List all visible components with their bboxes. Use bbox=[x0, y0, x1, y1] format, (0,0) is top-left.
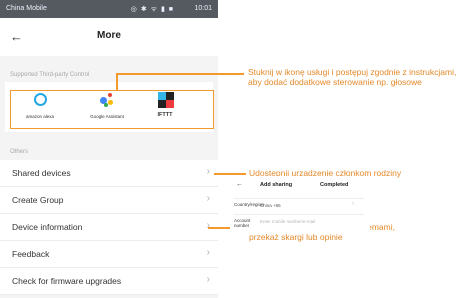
chevron-right-icon: › bbox=[206, 247, 210, 258]
create-group-row[interactable]: Create Group › bbox=[0, 187, 218, 214]
status-icons: ◎ ✱ ᯤ ▮ ■ bbox=[130, 6, 174, 13]
row-label: Feedback bbox=[12, 249, 50, 259]
nav-bar: ← More bbox=[0, 18, 218, 56]
account-input[interactable]: Enter mobile number/e-mail bbox=[260, 219, 315, 224]
country-value: China +86 bbox=[260, 203, 281, 208]
feedback-row[interactable]: Feedback › bbox=[0, 241, 218, 268]
third-party-highlight bbox=[10, 90, 214, 129]
page-title: More bbox=[97, 30, 121, 41]
clock: 10:01 bbox=[194, 5, 212, 12]
add-sharing-title: Add sharing bbox=[260, 182, 293, 188]
row-label: Shared devices bbox=[12, 168, 71, 178]
chevron-right-icon: › bbox=[352, 201, 354, 207]
shared-devices-row[interactable]: Shared devices › bbox=[0, 160, 218, 187]
third-party-section-label: Supported Third-party Control bbox=[10, 72, 90, 78]
device-information-row[interactable]: Device information › bbox=[0, 214, 218, 241]
chevron-right-icon: › bbox=[206, 166, 210, 177]
callout-line bbox=[116, 73, 118, 91]
others-section-label: Others bbox=[10, 149, 29, 155]
status-bar: China Mobile ◎ ✱ ᯤ ▮ ■ 10:01 bbox=[0, 0, 218, 18]
others-list: Shared devices › Create Group › Device i… bbox=[0, 160, 218, 295]
chevron-right-icon: › bbox=[206, 193, 210, 204]
account-row[interactable]: Account number Enter mobile number/e-mai… bbox=[234, 214, 364, 228]
phone-screen: China Mobile ◎ ✱ ᯤ ▮ ■ 10:01 ← More Supp… bbox=[0, 0, 218, 298]
country-row[interactable]: Country/region China +86 › bbox=[234, 198, 364, 212]
row-label: Check for firmware upgrades bbox=[12, 276, 122, 286]
back-arrow-icon[interactable]: ← bbox=[236, 181, 243, 188]
chevron-right-icon: › bbox=[206, 220, 210, 231]
row-label: Create Group bbox=[12, 195, 64, 205]
third-party-annotation: Stuknij w ikonę usługi i postępuj zgodni… bbox=[248, 67, 457, 87]
carrier-label: China Mobile bbox=[6, 5, 47, 12]
add-sharing-preview: ← Add sharing Completed Country/region C… bbox=[230, 176, 370, 232]
callout-line bbox=[214, 173, 246, 175]
completed-button[interactable]: Completed bbox=[320, 182, 348, 188]
callout-line bbox=[116, 73, 244, 75]
chevron-right-icon: › bbox=[206, 274, 210, 285]
firmware-upgrade-row[interactable]: Check for firmware upgrades › bbox=[0, 268, 218, 295]
row-label: Device information bbox=[12, 222, 83, 232]
account-label: Account number bbox=[234, 218, 251, 228]
